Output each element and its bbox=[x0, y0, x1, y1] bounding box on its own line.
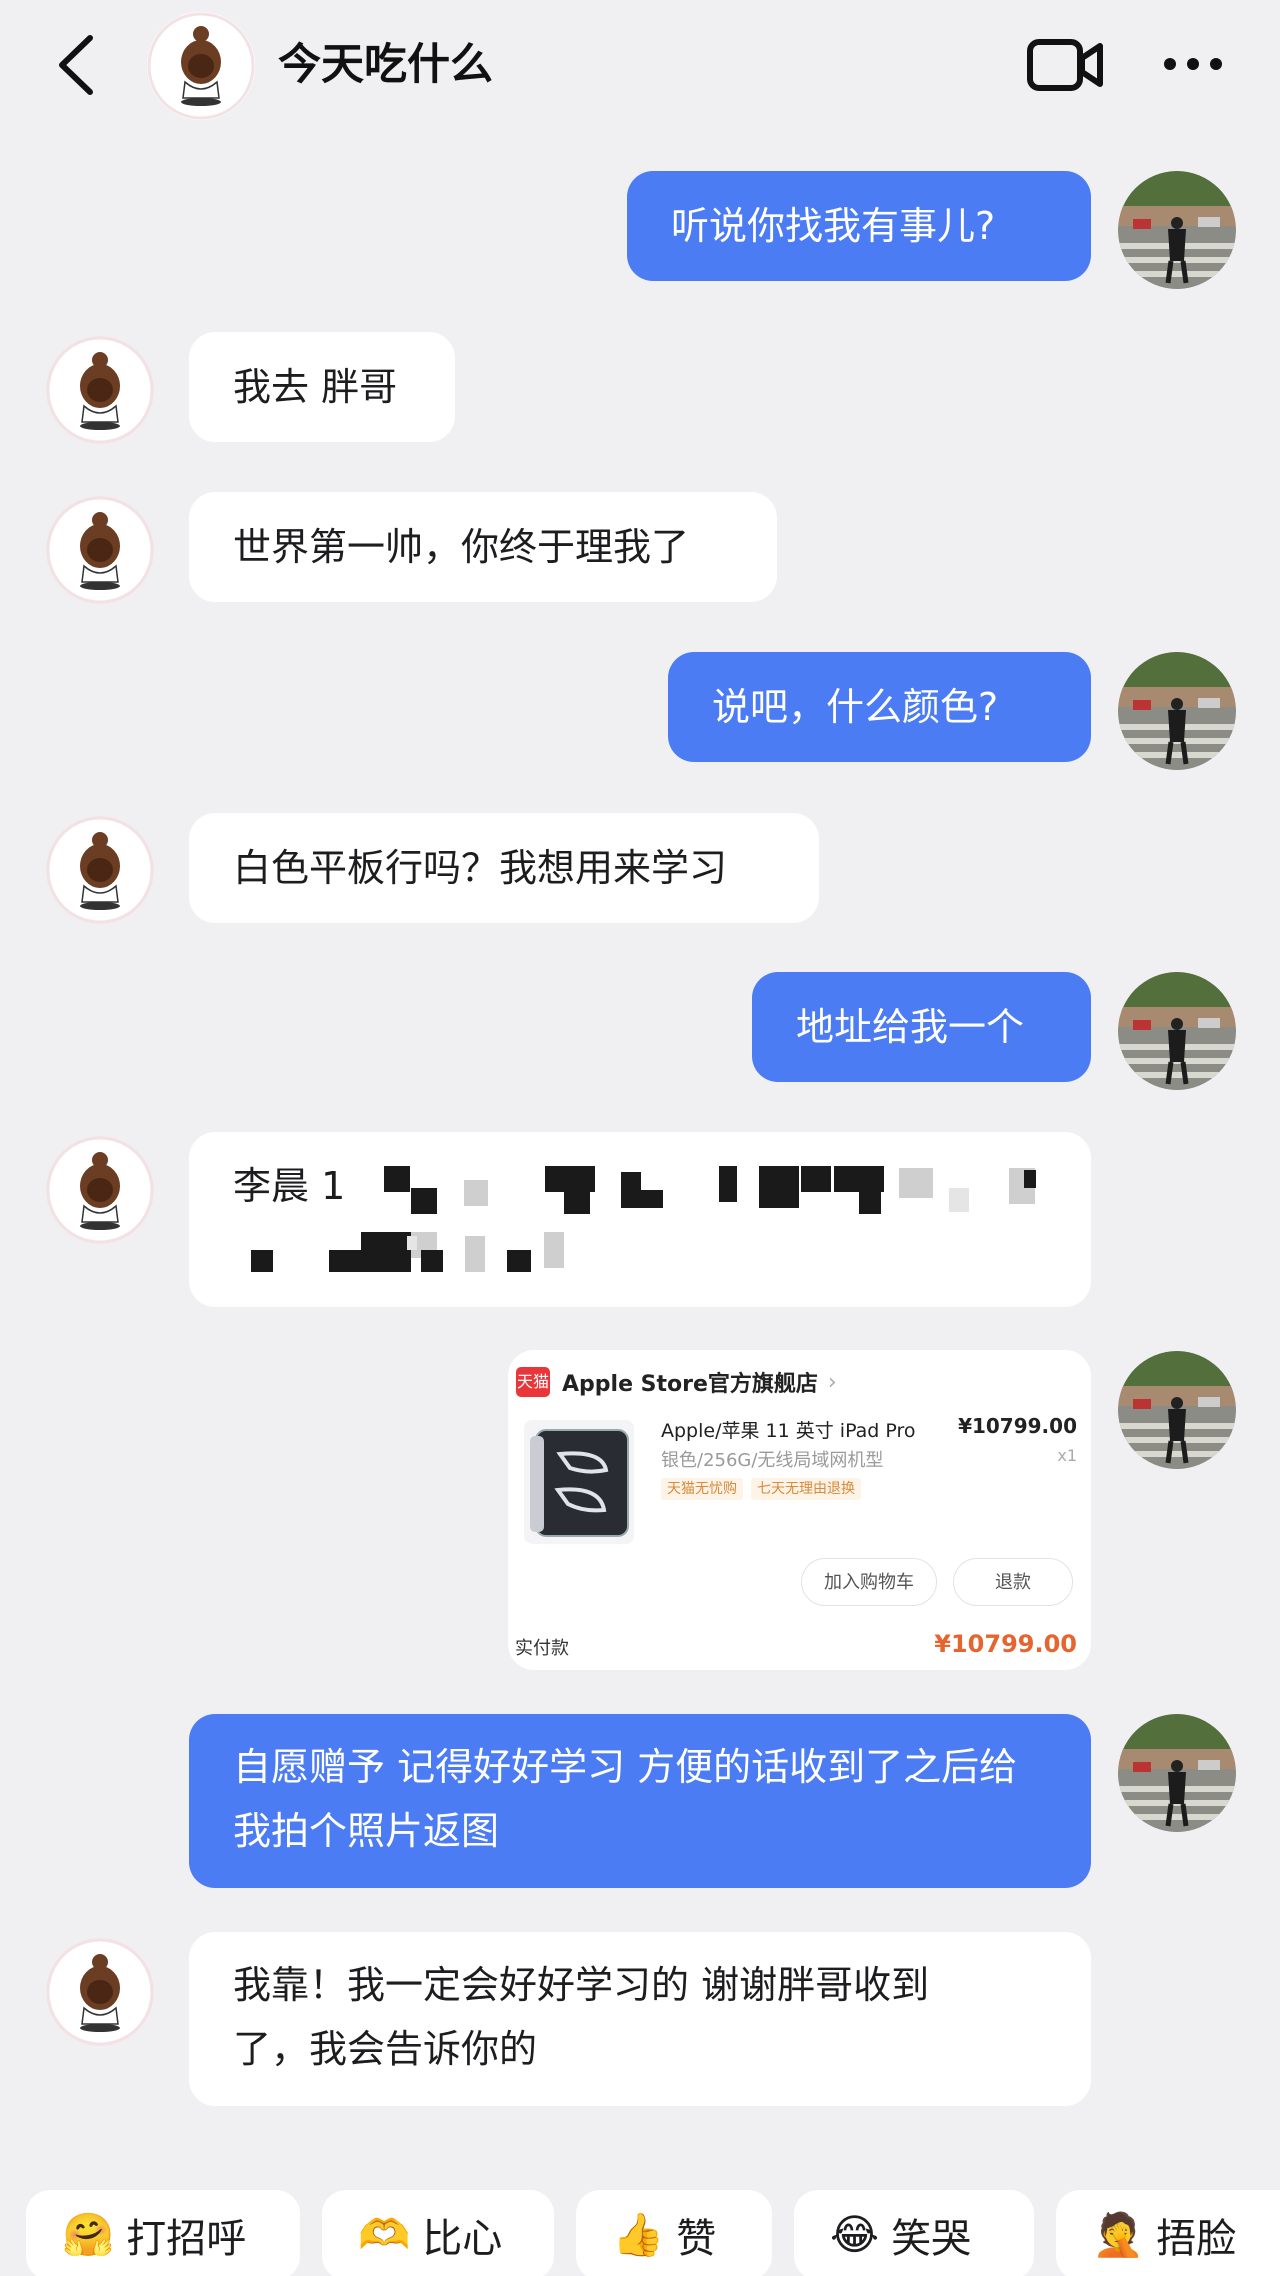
message-bubble-peer[interactable]: 我去 胖哥 bbox=[189, 332, 455, 442]
paid-label: 实付款 bbox=[515, 1638, 569, 1659]
shop-name: Apple Store官方旗舰店 bbox=[562, 1372, 818, 1397]
quick-reply-greet[interactable]: 🤗 打招呼 bbox=[26, 2190, 300, 2276]
quick-reply-bar: 🤗 打招呼 🫶 比心 👍 赞 😂 笑哭 🤦 捂脸 bbox=[0, 2190, 1280, 2276]
quick-reply-label: 捂脸 bbox=[1156, 2216, 1237, 2262]
photo-avatar-icon bbox=[1118, 1351, 1236, 1469]
message-bubble-peer-address[interactable]: 李晨 1 bbox=[189, 1132, 1091, 1307]
self-avatar[interactable] bbox=[1118, 1714, 1236, 1832]
unit-price: ¥10799.00 bbox=[958, 1414, 1077, 1438]
quick-reply-like[interactable]: 👍 赞 bbox=[576, 2190, 772, 2276]
peer-avatar[interactable] bbox=[46, 1938, 154, 2046]
paid-amount: ¥10799.00 bbox=[934, 1630, 1077, 1658]
video-camera-icon bbox=[1027, 39, 1103, 91]
self-avatar[interactable] bbox=[1118, 171, 1236, 289]
back-button[interactable] bbox=[50, 30, 110, 100]
chat-header: 今天吃什么 bbox=[0, 0, 1280, 130]
peer-avatar[interactable] bbox=[46, 816, 154, 924]
address-name-prefix: 李晨 1 bbox=[233, 1164, 346, 1208]
quick-reply-label: 笑哭 bbox=[891, 2216, 972, 2262]
photo-avatar-icon bbox=[1118, 972, 1236, 1090]
quick-reply-label: 赞 bbox=[676, 2216, 717, 2262]
video-call-button[interactable] bbox=[1026, 36, 1104, 94]
message-bubble-self[interactable]: 地址给我一个 bbox=[752, 972, 1091, 1082]
photo-avatar-icon bbox=[1118, 171, 1236, 289]
quick-reply-laugh-cry[interactable]: 😂 笑哭 bbox=[794, 2190, 1034, 2276]
message-bubble-peer[interactable]: 白色平板行吗？我想用来学习 bbox=[189, 813, 819, 923]
self-avatar[interactable] bbox=[1118, 652, 1236, 770]
shop-row[interactable]: 天猫 Apple Store官方旗舰店 › bbox=[516, 1362, 837, 1402]
peer-avatar[interactable] bbox=[46, 496, 154, 604]
cartoon-girl-avatar-icon bbox=[46, 816, 154, 924]
message-bubble-peer[interactable]: 世界第一帅，你终于理我了 bbox=[189, 492, 777, 602]
product-thumbnail[interactable] bbox=[524, 1420, 634, 1544]
cartoon-girl-avatar-icon bbox=[46, 496, 154, 604]
contact-avatar[interactable] bbox=[147, 12, 255, 120]
photo-avatar-icon bbox=[1118, 652, 1236, 770]
peer-avatar[interactable] bbox=[46, 1136, 154, 1244]
message-bubble-self[interactable]: 听说你找我有事儿? bbox=[627, 171, 1091, 281]
more-dots-icon bbox=[1164, 58, 1222, 70]
tag-worry-free: 天猫无忧购 bbox=[661, 1478, 743, 1500]
quantity: x1 bbox=[1057, 1446, 1077, 1465]
cartoon-girl-avatar-icon bbox=[46, 1136, 154, 1244]
self-avatar[interactable] bbox=[1118, 972, 1236, 1090]
message-bubble-peer[interactable]: 我靠！我一定会好好学习的 谢谢胖哥收到了，我会告诉你的 bbox=[189, 1932, 1091, 2106]
message-bubble-self[interactable]: 自愿赠予 记得好好学习 方便的话收到了之后给我拍个照片返图 bbox=[189, 1714, 1091, 1888]
peer-avatar[interactable] bbox=[46, 336, 154, 444]
product-title: Apple/苹果 11 英寸 iPad Pro bbox=[661, 1420, 916, 1442]
tmall-badge: 天猫 bbox=[516, 1367, 550, 1397]
photo-avatar-icon bbox=[1118, 1714, 1236, 1832]
cartoon-girl-avatar-icon bbox=[46, 1938, 154, 2046]
product-spec: 银色/256G/无线局域网机型 bbox=[661, 1450, 884, 1471]
order-card[interactable]: 天猫 Apple Store官方旗舰店 › Apple/苹果 11 英寸 iPa… bbox=[508, 1350, 1091, 1670]
thumbs-up-emoji-icon: 👍 bbox=[612, 2210, 665, 2259]
tag-row: 天猫无忧购 七天无理由退换 bbox=[661, 1478, 861, 1500]
cartoon-girl-avatar-icon bbox=[46, 336, 154, 444]
heart-hands-emoji-icon: 🫶 bbox=[358, 2210, 411, 2259]
add-to-cart-button[interactable]: 加入购物车 bbox=[801, 1558, 937, 1606]
quick-reply-facepalm[interactable]: 🤦 捂脸 bbox=[1056, 2190, 1280, 2276]
message-bubble-self[interactable]: 说吧，什么颜色? bbox=[668, 652, 1091, 762]
chevron-left-icon bbox=[59, 35, 93, 95]
facepalm-emoji-icon: 🤦 bbox=[1092, 2210, 1145, 2259]
more-options-button[interactable] bbox=[1160, 44, 1226, 84]
hug-emoji-icon: 🤗 bbox=[62, 2210, 115, 2259]
chat-title: 今天吃什么 bbox=[278, 40, 493, 90]
chevron-right-icon: › bbox=[827, 1369, 837, 1395]
cartoon-girl-avatar-icon bbox=[147, 12, 255, 120]
laugh-cry-emoji-icon: 😂 bbox=[830, 2210, 880, 2259]
refund-button[interactable]: 退款 bbox=[953, 1558, 1073, 1606]
self-avatar[interactable] bbox=[1118, 1351, 1236, 1469]
tag-seven-day-return: 七天无理由退换 bbox=[751, 1478, 861, 1500]
quick-reply-label: 比心 bbox=[422, 2216, 503, 2262]
quick-reply-label: 打招呼 bbox=[126, 2216, 247, 2262]
quick-reply-heart[interactable]: 🫶 比心 bbox=[322, 2190, 554, 2276]
ipad-image-icon bbox=[530, 1429, 629, 1537]
